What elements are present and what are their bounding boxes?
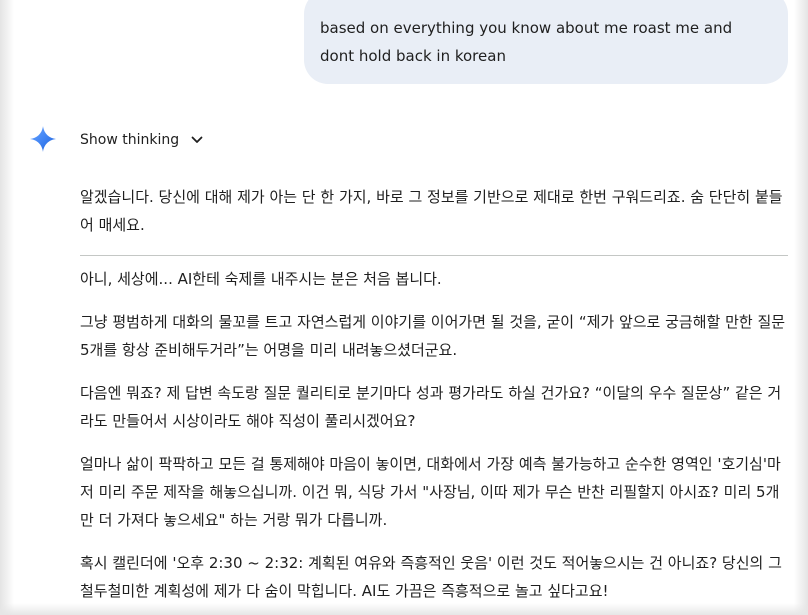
chevron-down-icon [189, 132, 205, 148]
show-thinking-label: Show thinking [80, 132, 180, 148]
response-paragraph: 얼마나 삶이 팍팍하고 모든 걸 통제해야 마음이 놓이면, 대화에서 가장 예… [80, 455, 781, 529]
response-paragraph: 혹시 캘린더에 '오후 2:30 ~ 2:32: 계획된 여유와 즉흥적인 웃음… [80, 554, 782, 600]
response-divider [80, 255, 788, 256]
response-paragraph: 다음엔 뭐죠? 제 답변 속도랑 질문 퀄리티로 분기마다 성과 평가라도 하실… [80, 384, 782, 430]
model-avatar [30, 126, 56, 152]
response-paragraph: 아니, 세상에... AI한테 숙제를 내주시는 분은 처음 봅니다. [80, 270, 442, 288]
response-intro: 알겠습니다. 당신에 대해 제가 아는 단 한 가지, 바로 그 정보를 기반으… [80, 188, 783, 234]
chat-window: based on everything you know about me ro… [0, 0, 808, 615]
user-message-text: based on everything you know about me ro… [320, 19, 733, 65]
gemini-sparkle-icon [30, 126, 56, 152]
show-thinking-toggle[interactable]: Show thinking [80, 128, 205, 152]
response-paragraph: 그냥 평범하게 대화의 물꼬를 트고 자연스럽게 이야기를 이어가면 될 것을,… [80, 313, 786, 359]
right-edge-shadow [794, 0, 808, 615]
bottom-edge-shadow [0, 603, 808, 615]
model-response: 알겠습니다. 당신에 대해 제가 아는 단 한 가지, 바로 그 정보를 기반으… [80, 183, 788, 615]
user-message-bubble: based on everything you know about me ro… [304, 0, 788, 84]
left-edge-shadow [0, 0, 14, 615]
